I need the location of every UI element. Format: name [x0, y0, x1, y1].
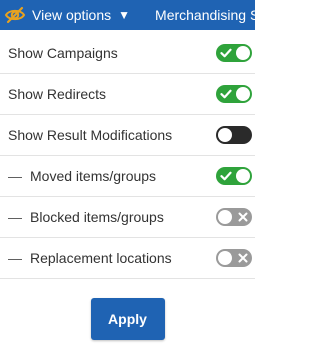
- toggle-knob: [236, 87, 250, 101]
- caret-down-icon: ▼: [118, 8, 131, 22]
- toggle-knob: [218, 128, 232, 142]
- view-options-label: View options: [32, 7, 112, 23]
- check-icon: [220, 85, 232, 103]
- merchandising-menu[interactable]: Merchandising S: [155, 7, 255, 23]
- option-label: Show Campaigns: [8, 45, 118, 61]
- option-row: Show Campaigns: [0, 33, 255, 74]
- option-row: Show Result Modifications: [0, 115, 255, 156]
- option-toggle[interactable]: [216, 249, 252, 267]
- check-icon: [220, 167, 232, 185]
- indent-dash: —: [8, 250, 22, 266]
- view-options-menu[interactable]: View options ▼: [32, 7, 130, 23]
- option-label-text: Moved items/groups: [30, 168, 157, 184]
- view-options-panel: Show Campaigns Show Redirects Show Result …: [0, 33, 255, 279]
- option-row: Show Redirects: [0, 74, 255, 115]
- eye-slash-icon[interactable]: [4, 0, 26, 30]
- option-label-text: Show Campaigns: [8, 45, 118, 61]
- option-row: — Replacement locations: [0, 238, 255, 279]
- option-label-text: Show Result Modifications: [8, 127, 173, 143]
- option-toggle[interactable]: [216, 208, 252, 226]
- apply-button[interactable]: Apply: [90, 298, 165, 340]
- option-toggle[interactable]: [216, 44, 252, 62]
- x-icon: [238, 249, 248, 267]
- option-label: Show Result Modifications: [8, 127, 172, 143]
- top-bar: View options ▼ Merchandising S: [0, 0, 255, 30]
- toggle-knob: [218, 251, 232, 265]
- option-label: Show Redirects: [8, 86, 106, 102]
- option-toggle[interactable]: [216, 126, 252, 144]
- indent-dash: —: [8, 209, 22, 225]
- check-icon: [220, 44, 232, 62]
- indent-dash: —: [8, 168, 22, 184]
- option-label: — Blocked items/groups: [8, 209, 164, 225]
- option-label-text: Blocked items/groups: [30, 209, 164, 225]
- option-row: — Blocked items/groups: [0, 197, 255, 238]
- option-row: — Moved items/groups: [0, 156, 255, 197]
- apply-container: Apply: [0, 298, 255, 340]
- option-label-text: Show Redirects: [8, 86, 107, 102]
- option-label-text: Replacement locations: [30, 250, 172, 266]
- toggle-knob: [236, 46, 250, 60]
- toggle-knob: [236, 169, 250, 183]
- option-label: — Moved items/groups: [8, 168, 156, 184]
- toggle-knob: [218, 210, 232, 224]
- x-icon: [238, 208, 248, 226]
- option-toggle[interactable]: [216, 85, 252, 103]
- option-label: — Replacement locations: [8, 250, 172, 266]
- option-toggle[interactable]: [216, 167, 252, 185]
